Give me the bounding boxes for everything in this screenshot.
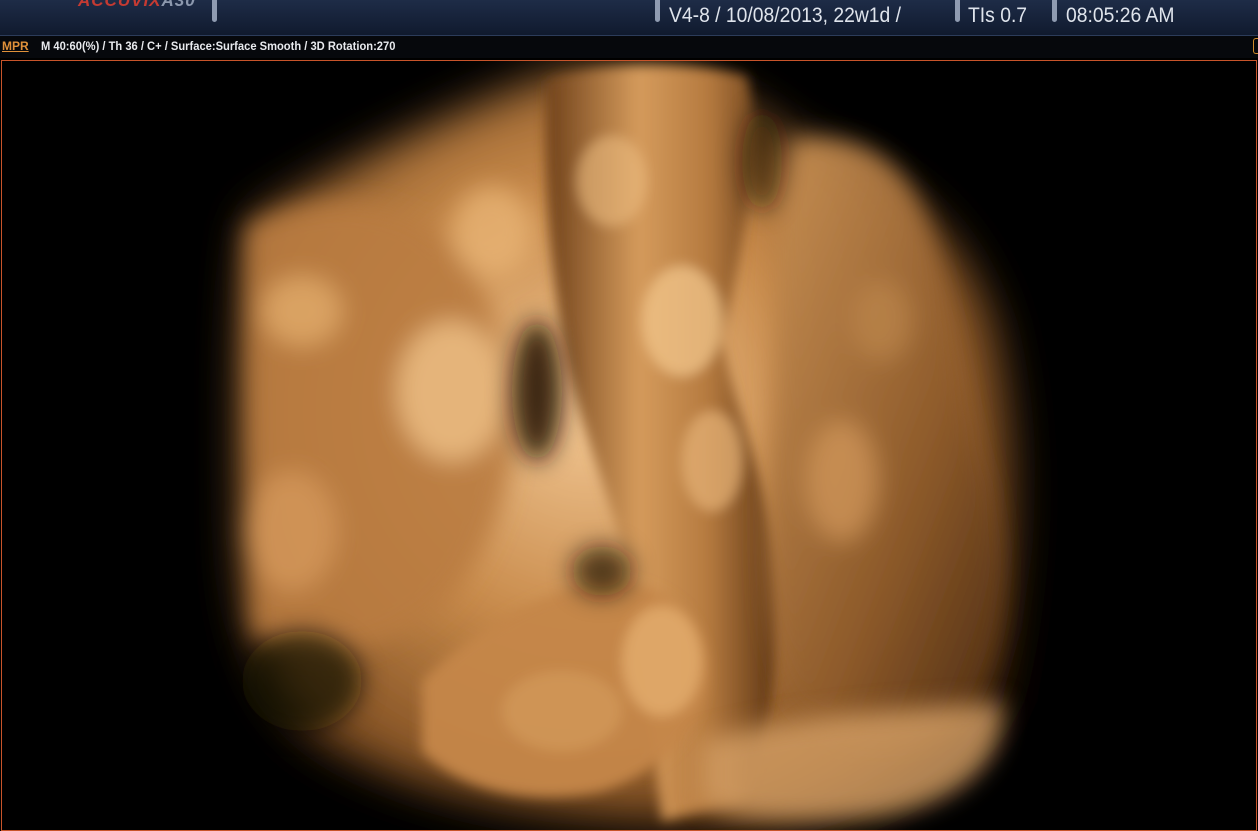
ultrasound-screen: ACCUVIXA30 V4-8 / 10/08/2013, 22w1d / TI… bbox=[0, 0, 1258, 831]
header-bar: ACCUVIXA30 V4-8 / 10/08/2013, 22w1d / TI… bbox=[0, 0, 1258, 36]
clock: 08:05:26 AM bbox=[1066, 4, 1175, 27]
render-parameters: M 40:60(%) / Th 36 / C+ / Surface:Surfac… bbox=[41, 39, 396, 53]
brand-logo: ACCUVIXA30 bbox=[78, 0, 196, 11]
ultrasound-3d-render bbox=[241, 65, 1012, 827]
info-bar: MPR M 40:60(%) / Th 36 / C+ / Surface:Su… bbox=[0, 36, 1258, 58]
header-separator bbox=[955, 0, 960, 22]
tis-value: TIs 0.7 bbox=[968, 4, 1028, 27]
header-separator bbox=[1052, 0, 1057, 22]
probe-date-info: V4-8 / 10/08/2013, 22w1d / bbox=[669, 4, 902, 27]
logo-suffix: A30 bbox=[161, 0, 196, 10]
ultrasound-image-viewport[interactable] bbox=[1, 60, 1257, 831]
logo-main: ACCUVIX bbox=[78, 0, 162, 10]
panel-edge-marker bbox=[1253, 38, 1258, 54]
mpr-mode-tab[interactable]: MPR bbox=[2, 39, 29, 53]
header-separator bbox=[212, 0, 217, 22]
header-separator bbox=[655, 0, 660, 22]
render-right-face bbox=[766, 139, 1002, 746]
